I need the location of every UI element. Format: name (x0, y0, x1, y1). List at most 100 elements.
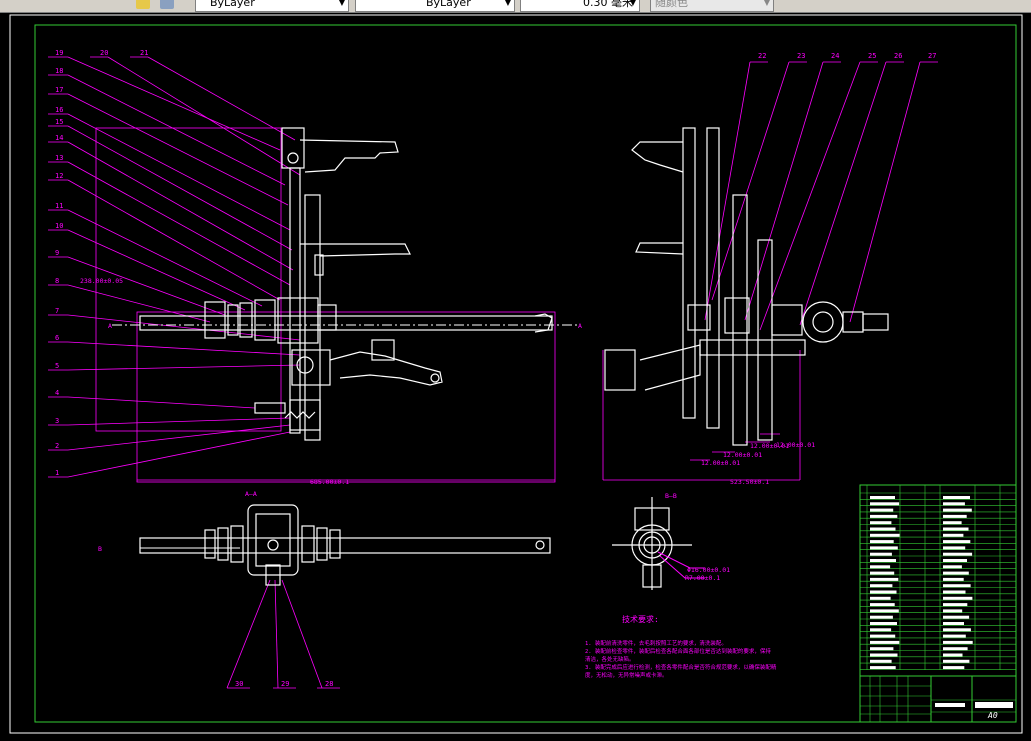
parts-list-entry (870, 628, 892, 632)
part-label-17: 17 (55, 86, 63, 94)
parts-list-entry (870, 577, 899, 581)
plotstyle-dropdown[interactable]: 随颜色 ▼ (650, 0, 774, 12)
parts-list-entry (943, 508, 972, 512)
dim-shaft-4: 12.00±0.01 (776, 441, 815, 449)
parts-list-entry (943, 552, 973, 556)
parts-list-entry (870, 647, 894, 651)
drawing-title-text (975, 702, 1013, 708)
parts-list-entry (870, 571, 895, 575)
section-marker-a-left: A (108, 322, 112, 330)
dim-shaft-2: 12.00±0.01 (723, 451, 762, 459)
parts-list-entry (870, 615, 893, 619)
chevron-down-icon: ▼ (763, 0, 770, 7)
parts-list-entry (870, 546, 898, 550)
parts-list-entry (943, 609, 963, 613)
parts-list-entry (870, 559, 896, 562)
chevron-down-icon: ▼ (629, 0, 636, 7)
linetype-dropdown[interactable]: ByLayer ▼ (355, 0, 515, 12)
parts-list-entry (943, 628, 971, 632)
lineweight-value: 0.30 毫米 (583, 0, 633, 9)
part-label-1: 1 (55, 469, 59, 477)
parts-list-entry (870, 653, 898, 657)
part-label-23: 23 (797, 52, 805, 60)
section-marker-a-right: A (578, 322, 582, 330)
chevron-down-icon: ▼ (504, 0, 511, 7)
parts-list-entry (870, 527, 896, 531)
parts-list-entry (943, 502, 965, 506)
parts-list-entry (943, 559, 967, 562)
parts-list-entry (870, 502, 900, 506)
parts-list-entry (943, 647, 968, 651)
tech-note-2b: 清洁，各处无缺陷。 (585, 655, 635, 663)
parts-list-entry (943, 514, 967, 518)
parts-list-entry (943, 640, 973, 644)
part-label-19: 19 (55, 49, 63, 57)
part-label-5: 5 (55, 362, 59, 370)
part-label-2: 2 (55, 442, 59, 450)
part-label-11: 11 (55, 202, 63, 210)
parts-list-entry (943, 584, 971, 588)
parts-list-entry (943, 571, 969, 575)
parts-list-entry (870, 565, 891, 569)
sheet-size: A0 (987, 711, 998, 720)
parts-list-entry (870, 666, 896, 670)
parts-list-entry (870, 584, 893, 588)
parts-list-entry (943, 496, 970, 499)
title-block-text (935, 703, 965, 707)
part-label-30: 30 (235, 680, 243, 688)
part-label-24: 24 (831, 52, 839, 60)
parts-list-entry (943, 540, 971, 544)
parts-list-entry (943, 596, 973, 600)
part-label-4: 4 (55, 389, 59, 397)
dim-bore: Φ16.00±0.01 (687, 566, 730, 574)
part-label-16: 16 (55, 106, 63, 114)
parts-list-entry (943, 653, 963, 657)
layer-previous-icon[interactable] (160, 0, 174, 9)
plotstyle-value: 随颜色 (655, 0, 688, 9)
color-dropdown[interactable]: ByLayer ▼ (195, 0, 349, 12)
parts-list-entry (870, 540, 894, 544)
part-label-6: 6 (55, 334, 59, 342)
parts-list-entry (870, 603, 895, 607)
parts-list-entry (870, 521, 892, 525)
tech-note-1: 1. 装配前清洗零件，去毛刺按照工艺的要求，清洗装配。 (585, 639, 727, 647)
lineweight-dropdown[interactable]: 0.30 毫米 ▼ (520, 0, 640, 12)
parts-list-entry (943, 533, 964, 537)
parts-list-entry (943, 659, 970, 663)
part-label-22: 22 (758, 52, 766, 60)
parts-list-entry (943, 565, 962, 569)
part-label-20: 20 (100, 49, 108, 57)
section-a-title: A—A (245, 490, 257, 498)
parts-list-entry (870, 640, 900, 644)
part-label-3: 3 (55, 417, 59, 425)
parts-list-entry (943, 666, 965, 670)
parts-list-entry (943, 634, 966, 638)
parts-list-entry (943, 590, 966, 594)
parts-list-entry (943, 577, 964, 581)
part-label-7: 7 (55, 307, 59, 315)
parts-list-entry (943, 615, 970, 619)
part-label-29: 29 (281, 680, 289, 688)
part-label-9: 9 (55, 249, 59, 257)
parts-list-entry (870, 552, 892, 556)
dim-height: 238.00±0.05 (80, 277, 123, 285)
parts-list-entry (943, 603, 968, 607)
drawing-canvas[interactable]: 1918171615141312111098765432120 21 22 23 24 2… (0, 13, 1031, 741)
parts-list-entry (870, 634, 896, 638)
tech-note-3b: 度，无松动，无异常噪声或卡滞。 (585, 671, 668, 679)
part-label-14: 14 (55, 134, 63, 142)
section-b-title: B—B (665, 492, 677, 500)
parts-list-entry (870, 596, 891, 600)
parts-list-entry (870, 496, 895, 499)
layer-state-icon[interactable] (136, 0, 150, 9)
parts-list-entry (870, 508, 894, 512)
parts-list-entry (870, 659, 892, 663)
parts-list-entry (870, 533, 900, 537)
dim-radius: R7.00±0.1 (685, 574, 720, 582)
parts-list-entry (870, 514, 898, 518)
part-label-15: 15 (55, 118, 63, 126)
part-label-25: 25 (868, 52, 876, 60)
part-label-28: 28 (325, 680, 333, 688)
part-label-18: 18 (55, 67, 63, 75)
section-marker-b: B (98, 545, 102, 553)
